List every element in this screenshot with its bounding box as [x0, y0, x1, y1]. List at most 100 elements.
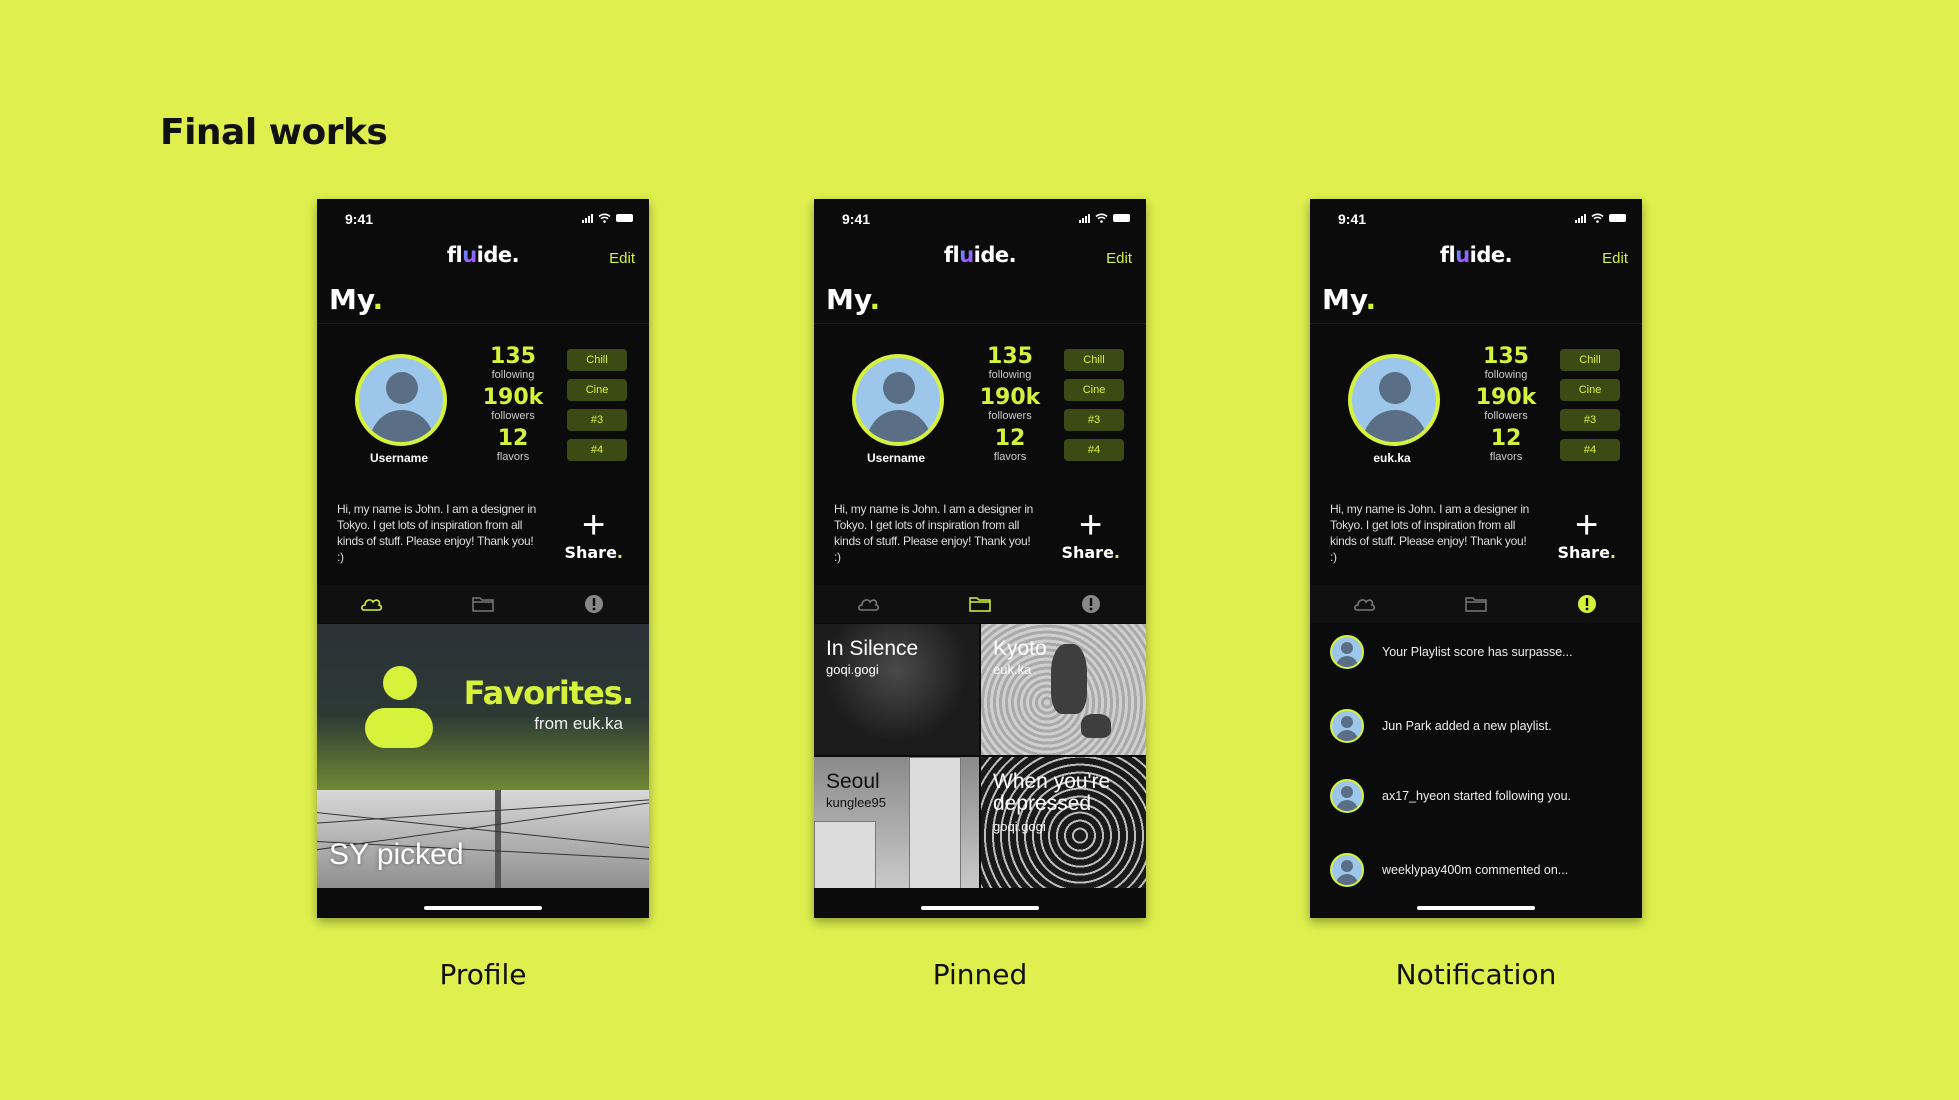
app-logo: fluide.	[943, 243, 1017, 267]
notification-item[interactable]: weeklypay400m commented on...	[1330, 852, 1632, 888]
folder-icon	[1465, 597, 1487, 612]
wifi-icon	[598, 213, 611, 223]
tab-alert[interactable]	[582, 592, 606, 616]
divider	[1310, 323, 1642, 324]
following-count[interactable]: 135	[974, 345, 1046, 369]
favorites-subtitle: from euk.ka	[534, 714, 623, 733]
pin-user: goqi.gogi	[993, 819, 1046, 834]
tab-folder[interactable]	[1464, 592, 1488, 616]
share-button[interactable]: + Share.	[564, 505, 623, 562]
tag-cine[interactable]: Cine	[1064, 379, 1124, 401]
edit-button[interactable]: Edit	[609, 250, 635, 267]
battery-icon	[1113, 214, 1130, 222]
edit-button[interactable]: Edit	[1602, 250, 1628, 267]
followers-count[interactable]: 190k	[974, 386, 1046, 410]
status-time: 9:41	[345, 211, 374, 227]
content-tabs	[317, 585, 649, 623]
pinned-grid: In Silence goqi.gogi Kyoto euk.ka Seoul …	[814, 624, 1146, 888]
flavors-count[interactable]: 12	[974, 427, 1046, 451]
following-label: following	[491, 369, 535, 381]
followers-count[interactable]: 190k	[1470, 386, 1542, 410]
page-heading: My.	[329, 283, 384, 316]
bio-text: Hi, my name is John. I am a designer in …	[1330, 502, 1530, 564]
tag-4[interactable]: #4	[1064, 439, 1124, 461]
avatar	[1330, 779, 1364, 813]
utility-pole-image	[495, 790, 501, 888]
following-label: following	[988, 369, 1032, 381]
followers-label: followers	[491, 410, 535, 422]
tag-3[interactable]: #3	[1064, 409, 1124, 431]
pin-card[interactable]: Seoul kunglee95	[814, 757, 979, 888]
favorites-title: Favorites.	[463, 674, 634, 712]
tab-alert[interactable]	[1575, 592, 1599, 616]
avatar[interactable]	[852, 354, 944, 446]
flavors-count[interactable]: 12	[1470, 427, 1542, 451]
share-button[interactable]: + Share.	[1557, 505, 1616, 562]
divider	[317, 323, 649, 324]
pin-title: In Silence	[826, 637, 919, 660]
avatar[interactable]	[355, 354, 447, 446]
tag-3[interactable]: #3	[1560, 409, 1620, 431]
followers-count[interactable]: 190k	[477, 386, 549, 410]
content-tabs	[1310, 585, 1642, 623]
status-icons	[1575, 213, 1626, 223]
flavor-tags: Chill Cine #3 #4	[567, 349, 627, 469]
tag-chill[interactable]: Chill	[1064, 349, 1124, 371]
tab-alert[interactable]	[1079, 592, 1103, 616]
alert-icon	[584, 595, 603, 613]
tab-playlist[interactable]	[360, 592, 384, 616]
tag-cine[interactable]: Cine	[567, 379, 627, 401]
tag-4[interactable]: #4	[1560, 439, 1620, 461]
divider	[814, 323, 1146, 324]
notification-item[interactable]: Your Playlist score has surpasse...	[1330, 634, 1632, 670]
pin-title: Seoul	[826, 770, 880, 793]
user-icon	[365, 666, 433, 750]
following-count[interactable]: 135	[477, 345, 549, 369]
tag-3[interactable]: #3	[567, 409, 627, 431]
notification-text: ax17_hyeon started following you.	[1382, 789, 1572, 803]
share-label: Share.	[564, 543, 623, 562]
plus-icon: +	[1079, 503, 1103, 547]
stats: 135 following 190k followers 12 flavors	[477, 345, 549, 468]
tag-cine[interactable]: Cine	[1560, 379, 1620, 401]
avatar	[1330, 709, 1364, 743]
tag-chill[interactable]: Chill	[567, 349, 627, 371]
picked-title: SY picked	[329, 838, 464, 871]
pin-card[interactable]: Kyoto euk.ka	[981, 624, 1146, 755]
tab-playlist[interactable]	[1353, 592, 1377, 616]
flavor-tags: Chill Cine #3 #4	[1560, 349, 1620, 469]
pin-title: Kyoto	[993, 637, 1047, 660]
status-icons	[582, 213, 633, 223]
tab-folder[interactable]	[968, 592, 992, 616]
notification-list: Your Playlist score has surpasse... Jun …	[1310, 624, 1642, 888]
share-button[interactable]: + Share.	[1061, 503, 1120, 562]
avatar[interactable]	[1348, 354, 1440, 446]
tab-folder[interactable]	[471, 592, 495, 616]
wifi-icon	[1095, 213, 1108, 223]
notification-item[interactable]: Jun Park added a new playlist.	[1330, 708, 1632, 744]
edit-button[interactable]: Edit	[1106, 250, 1132, 267]
tag-chill[interactable]: Chill	[1560, 349, 1620, 371]
pin-card[interactable]: In Silence goqi.gogi	[814, 624, 979, 755]
status-time: 9:41	[1338, 211, 1367, 227]
tag-4[interactable]: #4	[567, 439, 627, 461]
following-label: following	[1484, 369, 1528, 381]
caption-pinned: Pinned	[932, 958, 1028, 991]
pin-user: euk.ka	[993, 662, 1032, 677]
app-logo: fluide.	[446, 243, 520, 267]
following-count[interactable]: 135	[1470, 345, 1542, 369]
notification-item[interactable]: ax17_hyeon started following you.	[1330, 778, 1632, 814]
home-indicator	[921, 906, 1039, 910]
followers-label: followers	[988, 410, 1032, 422]
battery-icon	[1609, 214, 1626, 222]
tab-playlist[interactable]	[857, 592, 881, 616]
home-indicator	[424, 906, 542, 910]
alert-icon	[1081, 595, 1100, 613]
cloud-icon	[858, 599, 880, 611]
favorites-card[interactable]: Favorites. from euk.ka	[317, 624, 649, 790]
username: euk.ka	[1373, 451, 1411, 465]
flavors-count[interactable]: 12	[477, 427, 549, 451]
home-indicator	[1417, 906, 1535, 910]
pin-card[interactable]: When you're depressed goqi.gogi	[981, 757, 1146, 888]
picked-card[interactable]: SY picked	[317, 790, 649, 888]
